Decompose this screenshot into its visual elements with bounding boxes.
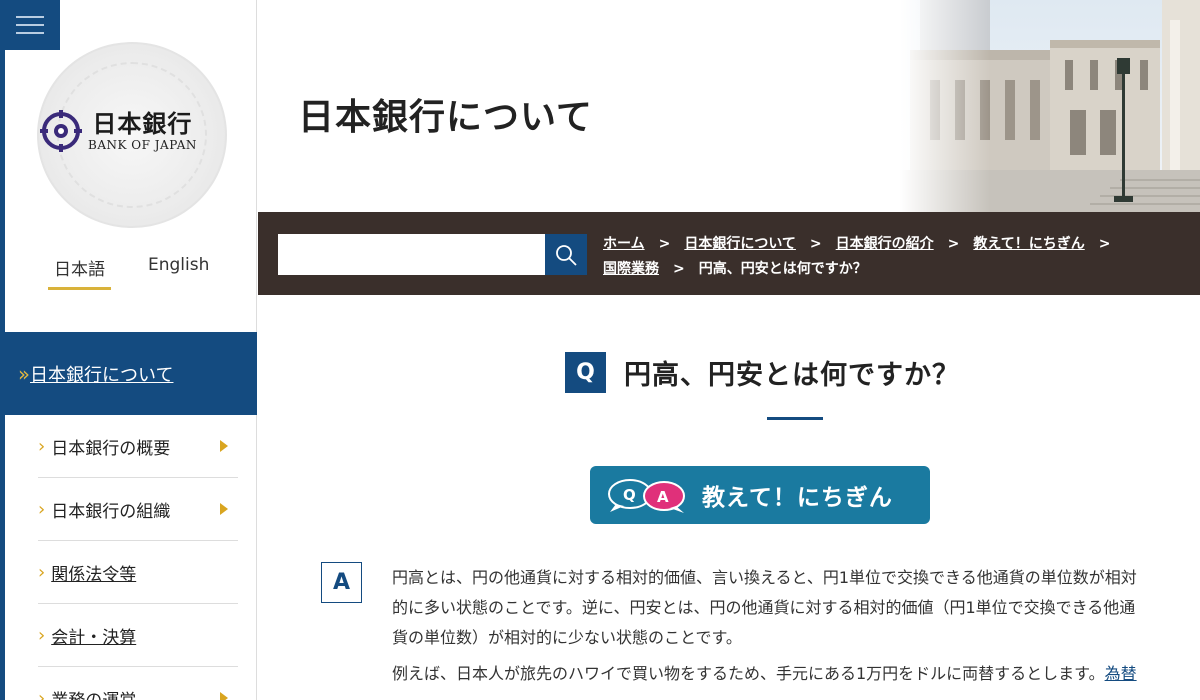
svg-text:Q: Q — [623, 486, 636, 504]
heading-divider — [767, 417, 823, 420]
answer-line: 円高とは、円の他通貨に対する相対的価値、言い換えると、円1単位で交換できる他通貨… — [392, 568, 1137, 587]
hamburger-icon — [16, 16, 44, 18]
question-heading: Q 円高、円安とは何ですか？ — [565, 352, 960, 393]
sidebar-item-accounting[interactable]: › 会計・決算 — [38, 604, 238, 667]
breadcrumb-current: 円高、円安とは何ですか？ — [698, 261, 867, 277]
breadcrumb: ホーム > 日本銀行について > 日本銀行の紹介 > 教えて！にちぎん > 国際業務 > 円高、円安… — [603, 236, 1111, 277]
sidebar-item-about[interactable]: ›› 日本銀行について — [0, 332, 257, 415]
a-badge: A — [321, 562, 362, 603]
question-title: 円高、円安とは何ですか？ — [624, 360, 960, 391]
sidebar-item-label: 会計・決算 — [51, 627, 137, 648]
lang-en-link[interactable]: English — [148, 255, 209, 275]
q-badge: Q — [565, 352, 606, 393]
banner-label: 教えて！にちぎん — [702, 485, 893, 511]
boj-mark-icon — [40, 110, 82, 152]
main-content: Q 円高、円安とは何ですか？ Q A 教えて！にちぎん A 円高とは、円の他通貨… — [258, 295, 1200, 700]
chevron-right-icon: › — [38, 624, 46, 646]
breadcrumb-bar: ホーム > 日本銀行について > 日本銀行の紹介 > 教えて！にちぎん > 国際業務 > 円高、円安… — [258, 212, 1200, 295]
sidebar-item-label: 関係法令等 — [51, 564, 137, 585]
breadcrumb-link-home[interactable]: ホーム — [603, 236, 645, 252]
breadcrumb-link-international[interactable]: 国際業務 — [603, 261, 659, 277]
chevron-right-icon: › — [38, 561, 46, 583]
site-logo[interactable]: 日本銀行 BANK OF JAPAN — [40, 110, 197, 152]
search-button[interactable] — [545, 234, 587, 275]
answer-text: 円高とは、円の他通貨に対する相対的価値、言い換えると、円1単位で交換できる他通貨… — [392, 563, 1200, 695]
qa-bubbles-icon: Q A — [608, 479, 685, 513]
sidebar-item-operations[interactable]: › 業務の運営 — [38, 667, 238, 700]
exchange-link[interactable]: 為替 — [1105, 664, 1137, 683]
chevron-right-icon: › — [38, 687, 46, 700]
sidebar: 日本銀行 BANK OF JAPAN 日本語 English ›› 日本銀行につ… — [0, 0, 257, 700]
svg-text:A: A — [657, 488, 669, 506]
chevron-right-icon: › — [38, 498, 46, 520]
breadcrumb-link-intro[interactable]: 日本銀行の紹介 — [836, 236, 934, 252]
chevron-right-icon: › — [38, 435, 46, 457]
oshiete-nichigin-banner[interactable]: Q A 教えて！にちぎん — [590, 466, 930, 524]
lang-active-indicator — [48, 287, 111, 290]
page-title: 日本銀行について — [298, 96, 593, 138]
answer-line: 的に多い状態のことです。逆に、円安とは、円の他通貨に対する相対的価値（円1単位で… — [392, 598, 1136, 617]
sidebar-item-label: 日本銀行の組織 — [51, 501, 171, 522]
sidebar-item-overview[interactable]: › 日本銀行の概要 — [38, 415, 238, 478]
building-photo — [900, 0, 1200, 212]
expand-triangle-icon — [220, 440, 228, 452]
sidebar-item-laws[interactable]: › 関係法令等 — [38, 541, 238, 604]
expand-triangle-icon — [220, 692, 228, 700]
expand-triangle-icon — [220, 503, 228, 515]
logo-en-text: BANK OF JAPAN — [88, 138, 197, 152]
sidebar-item-label: 業務の運営 — [51, 686, 136, 700]
answer-line: 貨の単位数）が相対的に少ない状態のことです。 — [392, 628, 742, 647]
page-header: 日本銀行について — [258, 0, 1200, 212]
logo-jp-text: 日本銀行 — [92, 109, 193, 138]
search-input[interactable] — [278, 234, 545, 275]
example-text: 例えば、日本人が旅先のハワイで買い物をするため、手元にある1万円をドルに両替する… — [392, 664, 1105, 683]
sidebar-nav-list: › 日本銀行の概要 › 日本銀行の組織 › 関係法令等 › 会計・決算 › 業務… — [38, 415, 238, 700]
lang-ja-link[interactable]: 日本語 — [54, 255, 105, 280]
double-chevron-icon: ›› — [18, 361, 30, 386]
sidebar-item-label: 日本銀行について — [30, 364, 174, 386]
breadcrumb-link-oshiete[interactable]: 教えて！にちぎん — [973, 236, 1084, 252]
sidebar-item-label: 日本銀行の概要 — [51, 438, 171, 459]
menu-button[interactable] — [0, 0, 60, 50]
search-icon — [556, 244, 577, 266]
sidebar-item-organization[interactable]: › 日本銀行の組織 — [38, 478, 238, 541]
breadcrumb-link-about[interactable]: 日本銀行について — [684, 236, 796, 252]
